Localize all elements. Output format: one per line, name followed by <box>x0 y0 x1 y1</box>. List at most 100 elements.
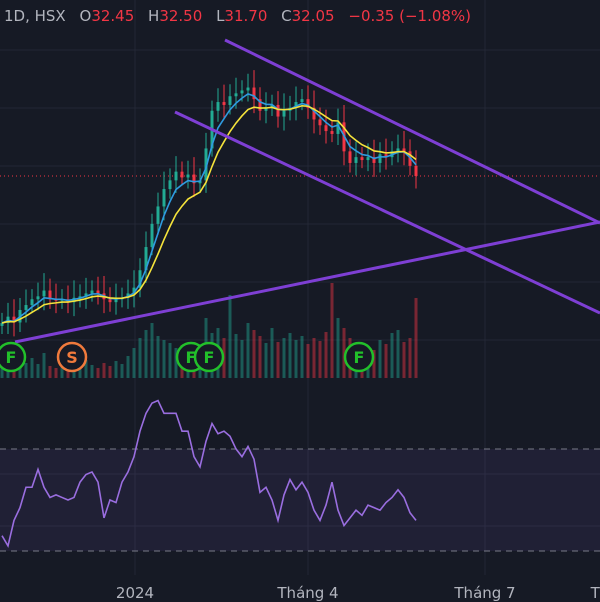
candle <box>180 161 184 186</box>
volume-bar <box>378 340 382 378</box>
candle <box>222 84 226 119</box>
candle <box>174 156 178 193</box>
volume-bar <box>402 342 406 378</box>
volume-bar <box>42 353 46 378</box>
volume-bar <box>156 336 160 378</box>
candle-body <box>318 119 322 126</box>
x-tick-label: Th <box>590 584 600 602</box>
volume-bar <box>168 343 172 378</box>
high-label: H <box>148 7 160 25</box>
candle <box>396 134 400 163</box>
candle <box>282 93 286 131</box>
candle <box>24 289 28 323</box>
close-value: 32.05 <box>291 7 335 25</box>
candle <box>144 231 148 283</box>
volume-bar <box>24 363 28 378</box>
candle <box>360 147 364 169</box>
volume-bar <box>288 333 292 378</box>
volume-bar <box>324 332 328 378</box>
volume-bar <box>234 334 238 378</box>
candle <box>126 279 130 309</box>
candle-body <box>216 102 220 111</box>
candle <box>294 86 298 121</box>
candle-body <box>156 206 160 224</box>
candle <box>330 120 334 143</box>
candle-body <box>168 180 172 190</box>
volume-bar <box>276 342 280 378</box>
volume-bar <box>240 340 244 378</box>
x-tick-label: Tháng 7 <box>454 584 516 602</box>
open-value: 32.45 <box>91 7 135 25</box>
candle <box>72 280 76 317</box>
volume-bar <box>150 323 154 378</box>
candle-body <box>300 99 304 103</box>
ema-slow-line <box>1 104 417 324</box>
volume-bar <box>252 330 256 378</box>
volume-bar <box>258 336 262 378</box>
candle <box>354 141 358 176</box>
volume-bar <box>102 363 106 378</box>
candle <box>306 85 310 119</box>
volume-bar <box>318 341 322 378</box>
volume-bar <box>114 361 118 378</box>
candle <box>300 89 304 111</box>
upper-channel-trendline <box>224 38 600 225</box>
candle <box>168 168 172 199</box>
candle <box>78 284 82 308</box>
lower-channel-trendline <box>174 110 600 315</box>
ohlc-legend: 1D, HSX O32.45 H32.50 L31.70 C32.05 −0.3… <box>4 7 471 25</box>
candle <box>6 302 10 335</box>
volume-bar <box>132 348 136 378</box>
volume-bar <box>384 344 388 378</box>
candle-body <box>246 87 250 91</box>
event-marker-label: F <box>204 348 215 367</box>
candle-body <box>174 171 178 181</box>
change-value: −0.35 (−1.08%) <box>348 7 472 25</box>
volume-bar <box>30 358 34 378</box>
volume-bar <box>138 338 142 378</box>
x-tick-label: Tháng 4 <box>277 584 339 602</box>
candle <box>96 276 100 305</box>
volume-bar <box>264 343 268 378</box>
volume-bar <box>54 368 58 378</box>
volume-bar <box>90 365 94 378</box>
candle <box>324 109 328 144</box>
volume-bar <box>282 338 286 378</box>
candle-body <box>180 171 184 178</box>
volume-bar <box>414 298 418 378</box>
candle <box>384 138 388 170</box>
price-chart[interactable]: FSFFF <box>0 0 600 600</box>
event-marker-F: F <box>0 341 27 373</box>
candle-body <box>240 90 244 94</box>
candle-body <box>414 165 418 176</box>
volume-bar <box>48 366 52 378</box>
candle-body <box>186 174 190 178</box>
volume-bar <box>300 336 304 378</box>
candle-body <box>162 189 166 207</box>
volume-bar <box>336 318 340 378</box>
volume-bar <box>306 344 310 378</box>
candle <box>258 87 262 121</box>
volume-bar <box>108 366 112 378</box>
candle <box>12 299 16 337</box>
candle <box>36 282 40 311</box>
low-value: 31.70 <box>224 7 268 25</box>
volume-bar <box>120 364 124 378</box>
candle-body <box>330 131 334 134</box>
candle-body <box>24 305 28 310</box>
volume-bar <box>294 340 298 378</box>
volume-bar <box>96 368 100 378</box>
volume-bar <box>144 330 148 378</box>
candle-body <box>150 223 154 248</box>
candle-body <box>42 290 46 297</box>
event-marker-F: F <box>343 341 375 373</box>
volume-bar <box>270 328 274 378</box>
candle <box>192 157 196 198</box>
candle-body <box>228 96 232 105</box>
candle <box>66 285 70 314</box>
candle <box>216 88 220 122</box>
candle-body <box>360 157 364 161</box>
candle-body <box>276 104 280 117</box>
candle <box>402 131 406 166</box>
candle-body <box>378 154 382 163</box>
